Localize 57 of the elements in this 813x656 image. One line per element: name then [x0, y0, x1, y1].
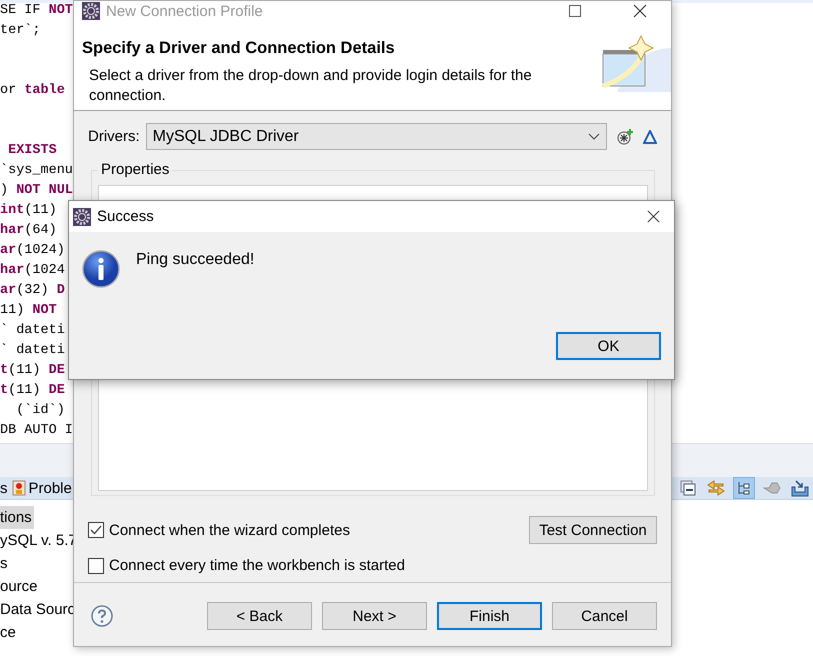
code-line: ar(1024)	[0, 243, 65, 260]
info-icon	[82, 250, 120, 288]
close-icon[interactable]	[647, 210, 660, 223]
arrows-icon[interactable]	[707, 480, 725, 496]
wizard-button[interactable]: Next >	[322, 602, 427, 630]
collapse-icon[interactable]	[680, 480, 696, 496]
drivers-label: Drivers:	[88, 128, 140, 145]
code-line: ) NOT NUL	[0, 183, 73, 200]
code-line: DB AUTO I	[0, 423, 73, 440]
test-connection-button[interactable]: Test Connection	[529, 516, 657, 544]
problems-icon	[12, 480, 26, 496]
import-icon[interactable]	[791, 479, 809, 497]
code-line: har(1024	[0, 263, 65, 280]
wizard-button[interactable]: < Back	[207, 602, 312, 630]
code-line: SE IF NOT	[0, 3, 73, 20]
message-text: Ping succeeded!	[136, 251, 254, 269]
code-line: EXISTS	[7, 143, 57, 160]
code-line: t(11) DE	[0, 363, 65, 380]
code-line: har(64)	[0, 223, 57, 240]
page-title: Specify a Driver and Connection Details	[82, 39, 396, 58]
app-icon	[73, 208, 91, 226]
help-icon[interactable]	[91, 605, 113, 627]
wizard-button[interactable]: Finish	[437, 602, 542, 630]
add-driver-icon[interactable]	[617, 128, 634, 144]
group-title: Properties	[98, 161, 172, 178]
close-icon[interactable]	[633, 4, 647, 18]
tree-item[interactable]: tions	[0, 506, 34, 529]
code-line: ar(32) D	[0, 283, 65, 300]
triangle-icon[interactable]	[643, 130, 658, 144]
checkmark-icon	[90, 525, 102, 535]
code-line: int(11)	[0, 203, 57, 220]
ok-button[interactable]: OK	[556, 332, 661, 360]
tree-item[interactable]: ource	[0, 575, 40, 598]
wizard-button[interactable]: Cancel	[552, 602, 657, 630]
code-line: 11) NOT	[0, 303, 57, 320]
maximize-icon[interactable]	[569, 5, 581, 17]
driver-dropdown[interactable]: MySQL JDBC Driver	[146, 123, 608, 150]
code-line: `sys_menu	[0, 163, 73, 180]
tree-item[interactable]: s	[0, 552, 10, 575]
dialog-title: Success	[97, 208, 155, 225]
code-line: ter`;	[0, 23, 41, 40]
code-line: t(11) DE	[0, 383, 65, 400]
chevron-icon	[588, 132, 600, 140]
view-tab[interactable]: Proble	[12, 480, 72, 496]
code-line: (`id`)	[15, 403, 65, 420]
code-line: ` dateti	[0, 323, 65, 340]
window-title: New Connection Profile	[106, 2, 264, 20]
tree-item[interactable]: ce	[0, 621, 18, 644]
checkbox-option[interactable]: Connect every time the workbench is started	[88, 557, 405, 574]
page-description: Select a driver from the drop-down and provide login details for the connection.	[89, 66, 533, 106]
code-line: or table	[0, 83, 65, 100]
app-icon	[82, 2, 100, 20]
checkbox-option[interactable]: Connect when the wizard completes	[88, 522, 350, 538]
tree-item[interactable]: Data Sourc	[0, 598, 78, 621]
tree-icon[interactable]	[737, 481, 751, 495]
code-line: ` dateti	[0, 343, 65, 360]
view-tab[interactable]: s	[0, 480, 8, 496]
